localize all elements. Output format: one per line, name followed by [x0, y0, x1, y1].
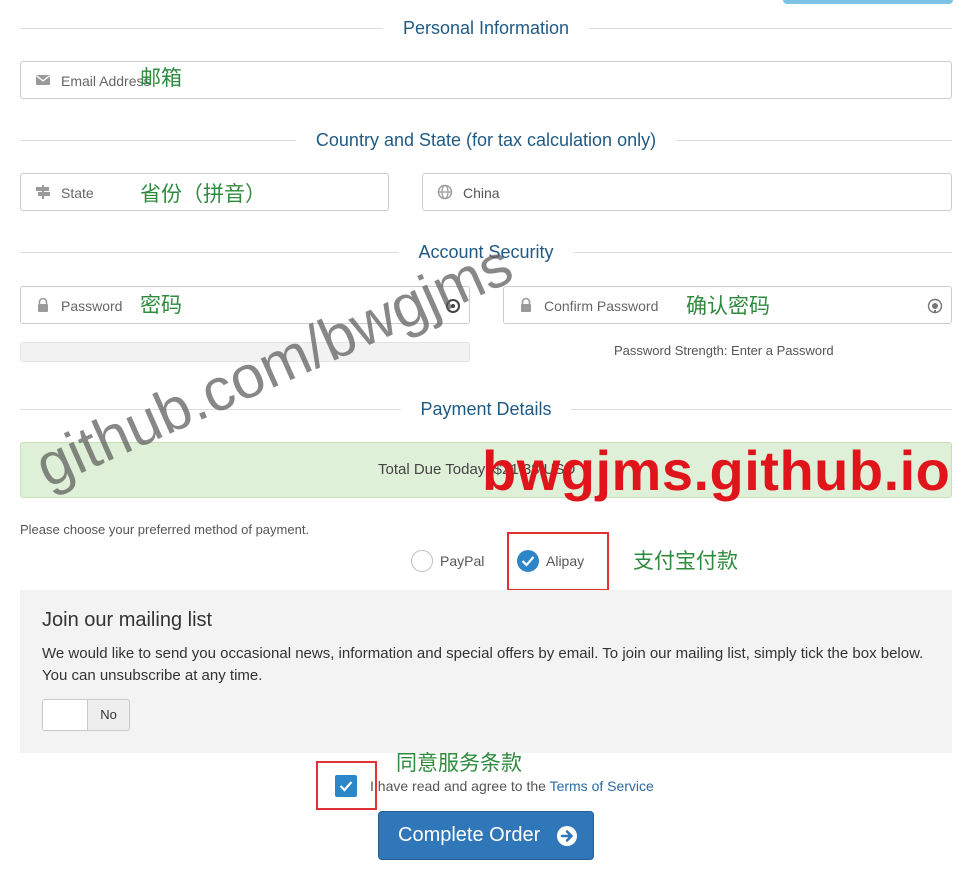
alipay-label[interactable]: Alipay [546, 553, 584, 569]
state-placeholder: State [61, 185, 94, 201]
password-strength-text: Password Strength: Enter a Password [614, 343, 834, 358]
alipay-annotation: 支付宝付款 [633, 549, 738, 573]
lock-icon [38, 297, 48, 312]
tos-annotation: 同意服务条款 [396, 751, 522, 775]
top-button-edge[interactable] [783, 0, 953, 4]
country-value: China [463, 185, 500, 201]
toggle-knob [43, 700, 88, 730]
confirm-password-placeholder: Confirm Password [544, 298, 659, 314]
email-annotation: 邮箱 [140, 66, 182, 90]
password-annotation: 密码 [140, 293, 182, 317]
site-annotation: bwgjms.github.io [482, 439, 951, 502]
alipay-radio[interactable] [517, 550, 539, 572]
total-due-label: Total Due Today: [378, 461, 490, 478]
section-title: Payment Details [400, 397, 572, 421]
check-icon [339, 781, 353, 792]
mailing-list-toggle[interactable]: No [42, 699, 130, 731]
toggle-state: No [88, 700, 129, 730]
tos-text: I have read and agree to the Terms of Se… [370, 778, 654, 794]
envelope-icon [36, 75, 50, 85]
password-placeholder: Password [61, 298, 123, 314]
mailing-list-description: We would like to send you occasional new… [42, 645, 924, 684]
country-select[interactable]: China [422, 173, 952, 211]
mailing-list-title: Join our mailing list [42, 609, 213, 631]
tos-prefix: I have read and agree to the [370, 778, 546, 794]
check-icon [521, 556, 535, 567]
eye-icon[interactable] [927, 298, 943, 314]
tos-checkbox[interactable] [335, 775, 357, 797]
complete-order-button[interactable]: Complete Order [378, 811, 594, 860]
arrow-right-circle-icon [557, 826, 577, 846]
payment-method-prompt: Please choose your preferred method of p… [20, 522, 310, 537]
section-title: Personal Information [382, 16, 590, 40]
tos-link[interactable]: Terms of Service [550, 778, 654, 794]
section-personal-information: Personal Information [20, 16, 952, 40]
section-title: Country and State (for tax calculation o… [295, 128, 677, 152]
confirm-password-annotation: 确认密码 [686, 294, 770, 318]
lock-icon [521, 297, 531, 312]
paypal-label[interactable]: PayPal [440, 553, 484, 569]
paypal-radio[interactable] [411, 550, 433, 572]
complete-order-label: Complete Order [398, 824, 541, 846]
section-country-state: Country and State (for tax calculation o… [20, 128, 952, 152]
signpost-icon [36, 185, 50, 199]
email-placeholder: Email Address [61, 73, 151, 89]
state-annotation: 省份（拼音） [140, 182, 266, 206]
globe-icon [437, 184, 453, 200]
